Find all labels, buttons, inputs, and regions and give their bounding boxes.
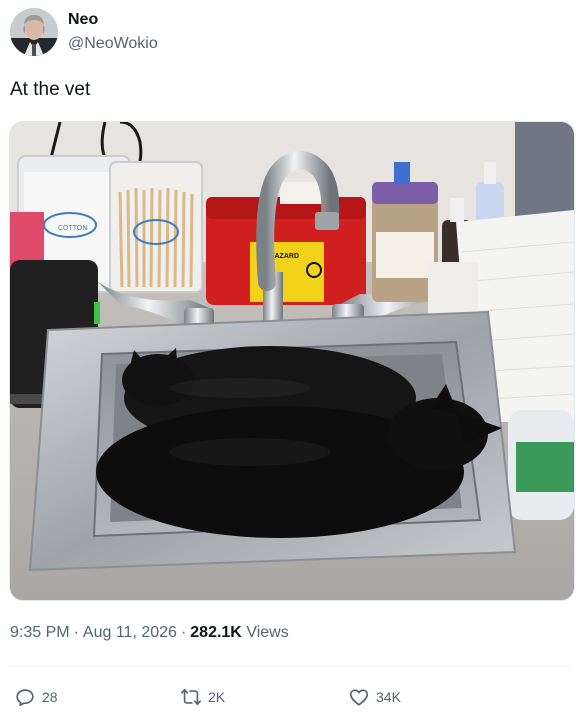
divider [10,666,570,667]
avatar[interactable] [10,8,58,56]
author-names: Neo @NeoWokio [68,10,158,54]
reply-button[interactable]: 28 [14,682,58,712]
tweet-header: Neo @NeoWokio [8,6,568,60]
tweet-time[interactable]: 9:35 PM [10,624,70,641]
user-handle[interactable]: @NeoWokio [68,34,158,54]
tweet-meta: 9:35 PM · Aug 11, 2026 · 282.1K Views [10,623,289,643]
meta-separator: · [180,624,187,641]
tweet-text: At the vet [10,79,91,100]
photo-black-cats-in-sink: COTTON BIOHAZARD [10,122,574,600]
tweet-photo[interactable]: COTTON BIOHAZARD [9,121,575,601]
heart-icon [349,689,369,706]
repost-count: 2K [208,689,226,705]
meta-separator: · [73,624,79,641]
reply-count: 28 [42,689,58,705]
tweet-date[interactable]: Aug 11, 2026 [83,624,177,641]
reply-icon [16,689,34,707]
views-count: 282.1K [190,624,242,641]
display-name[interactable]: Neo [68,10,158,30]
views-label: Views [246,624,289,641]
jar-label: COTTON [58,225,87,232]
repost-icon [181,688,201,706]
like-button[interactable]: 34K [348,682,401,712]
tweet-card: Neo @NeoWokio At the vet COTTON BIOHAZAR… [0,0,580,719]
tweet-actions: 28 2K 34K [0,682,580,712]
profile-avatar-icon [10,8,58,56]
repost-button[interactable]: 2K [180,682,225,712]
like-count: 34K [376,689,401,705]
